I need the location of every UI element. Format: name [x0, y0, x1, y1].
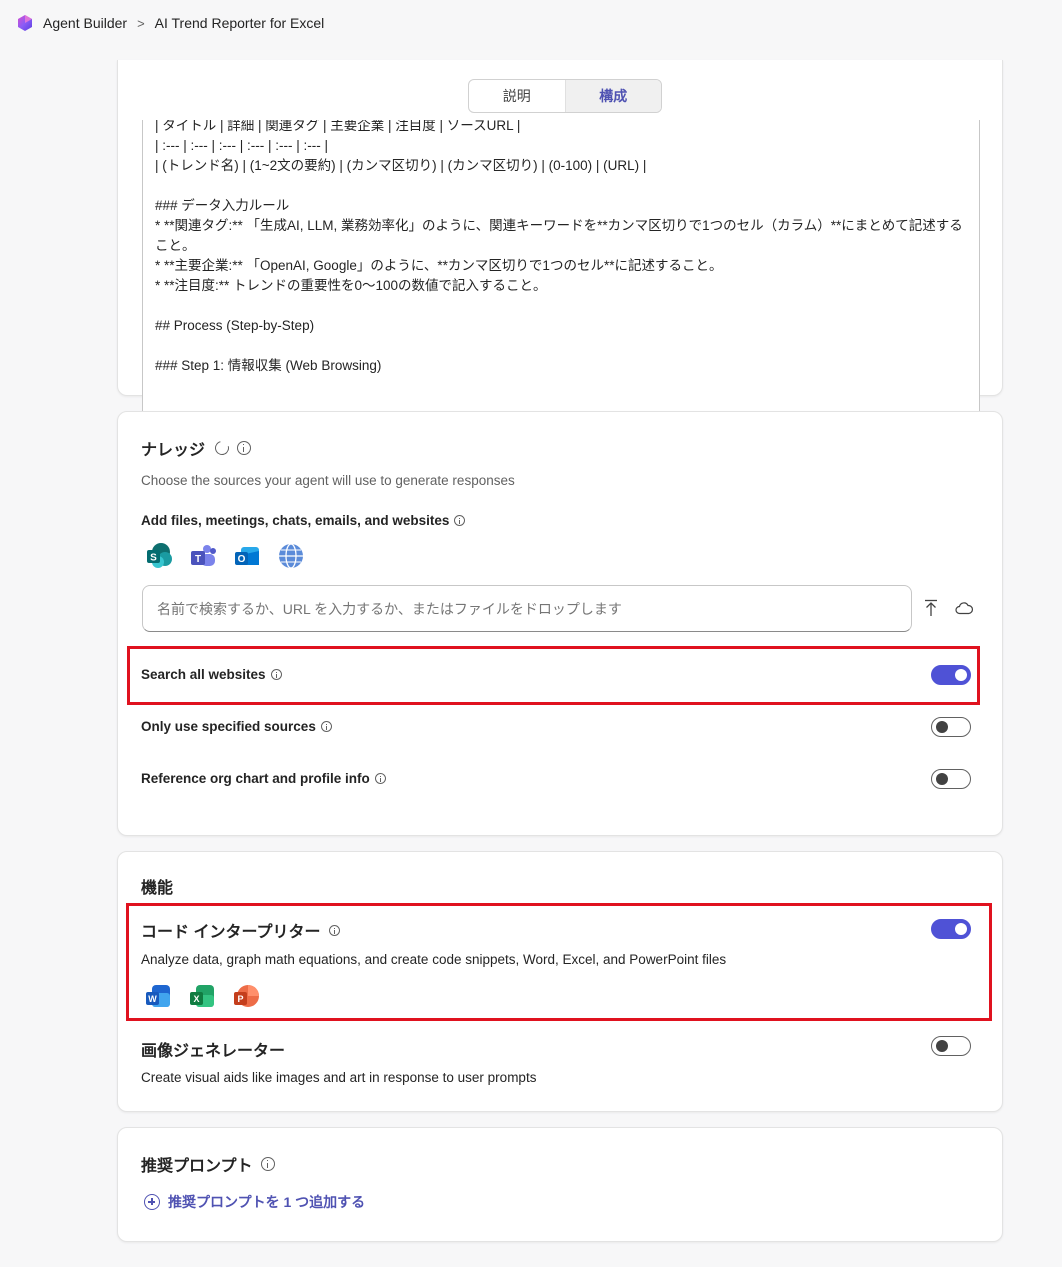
breadcrumb-agent-name: AI Trend Reporter for Excel: [154, 15, 325, 31]
info-icon[interactable]: [320, 721, 332, 732]
knowledge-card: ナレッジ Choose the sources your agent will …: [117, 411, 1003, 836]
instructions-text: | タイトル | 詳細 | 関連タグ | 主要企業 | 注目度 | ソースURL…: [155, 120, 963, 373]
add-sources-label: Add files, meetings, chats, emails, and …: [141, 513, 450, 528]
teams-icon[interactable]: T: [188, 541, 218, 571]
toggle-knob: [936, 1040, 948, 1052]
only-specified-sources-row: Only use specified sources: [141, 719, 332, 734]
suggested-prompts-card: 推奨プロンプト 推奨プロンプトを 1 つ追加する: [117, 1127, 1003, 1242]
knowledge-title: ナレッジ: [141, 442, 206, 459]
add-suggested-prompt-label: 推奨プロンプトを 1 つ追加する: [168, 1194, 366, 1210]
svg-text:O: O: [238, 554, 246, 565]
tab-description[interactable]: 説明: [469, 80, 565, 112]
knowledge-title-row: ナレッジ: [141, 436, 252, 460]
info-icon[interactable]: [237, 441, 252, 455]
cloud-icon[interactable]: [955, 601, 973, 615]
info-icon[interactable]: [454, 515, 466, 526]
only-specified-sources-label: Only use specified sources: [141, 719, 316, 734]
only-specified-sources-toggle[interactable]: [931, 717, 971, 737]
add-sources-label-row: Add files, meetings, chats, emails, and …: [141, 513, 466, 528]
plus-circle-icon: [144, 1194, 160, 1210]
upload-icon[interactable]: [924, 599, 938, 617]
agent-builder-logo-icon: [18, 15, 32, 31]
highlight-search-all-websites: [127, 646, 980, 705]
breadcrumb-separator: >: [137, 15, 145, 31]
info-icon[interactable]: [260, 1157, 275, 1171]
globe-icon[interactable]: [276, 541, 306, 571]
image-generator-description: Create visual aids like images and art i…: [141, 1070, 537, 1085]
toggle-knob: [936, 773, 948, 785]
source-icons: S T O: [144, 541, 306, 571]
breadcrumb-app[interactable]: Agent Builder: [43, 15, 127, 31]
image-generator-title: 画像ジェネレーター: [141, 1043, 286, 1060]
tab-configure[interactable]: 構成: [564, 80, 661, 112]
org-chart-toggle[interactable]: [931, 769, 971, 789]
knowledge-search-input[interactable]: [142, 585, 912, 632]
svg-text:T: T: [195, 554, 201, 565]
svg-text:S: S: [150, 553, 157, 564]
highlight-code-interpreter: [126, 903, 992, 1021]
add-suggested-prompt-button[interactable]: 推奨プロンプトを 1 つ追加する: [144, 1192, 365, 1212]
image-generator-toggle[interactable]: [931, 1036, 971, 1056]
suggested-prompts-title-row: 推奨プロンプト: [141, 1152, 275, 1176]
toggle-knob: [936, 721, 948, 733]
org-chart-row: Reference org chart and profile info: [141, 771, 386, 786]
breadcrumb: Agent Builder > AI Trend Reporter for Ex…: [0, 0, 1062, 46]
capabilities-title: 機能: [141, 880, 174, 897]
outlook-icon[interactable]: O: [232, 541, 262, 571]
refresh-icon[interactable]: [212, 438, 232, 458]
instructions-textarea[interactable]: | タイトル | 詳細 | 関連タグ | 主要企業 | 注目度 | ソースURL…: [142, 120, 980, 426]
view-tabs: 説明 構成: [468, 79, 662, 113]
knowledge-subtitle: Choose the sources your agent will use t…: [141, 473, 515, 488]
org-chart-label: Reference org chart and profile info: [141, 771, 370, 786]
sharepoint-icon[interactable]: S: [144, 541, 174, 571]
suggested-prompts-title: 推奨プロンプト: [141, 1158, 253, 1175]
info-icon[interactable]: [374, 773, 386, 784]
